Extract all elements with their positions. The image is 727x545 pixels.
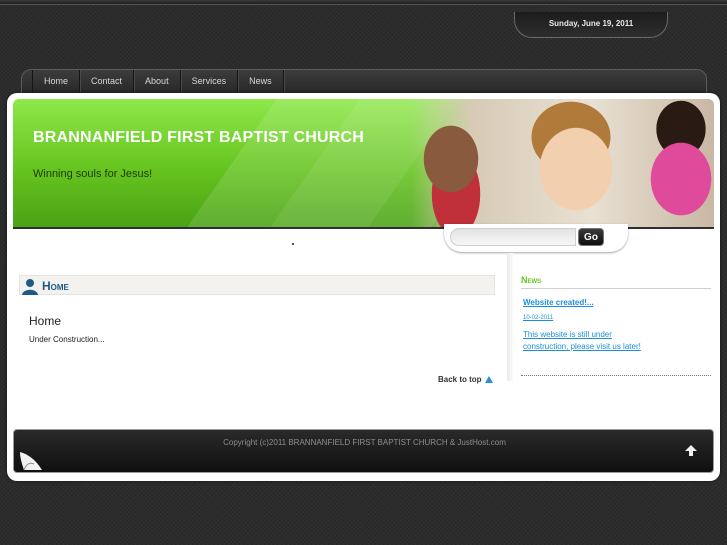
content-title: Home	[29, 314, 62, 328]
news-heading: News	[521, 275, 711, 289]
up-arrow-icon	[484, 376, 493, 383]
news-separator	[521, 375, 711, 376]
news-item-title[interactable]: Website created!...	[523, 298, 594, 307]
nav-list: Home Contact About Services News	[22, 70, 706, 92]
back-to-top-link[interactable]: Back to top	[438, 375, 493, 384]
site-title: BRANNANFIELD FIRST BAPTIST CHURCH	[33, 129, 365, 146]
news-item-date[interactable]: 10-02-2011	[523, 315, 553, 321]
search-box: Go	[444, 224, 628, 252]
back-to-top-label: Back to top	[438, 375, 482, 384]
scroll-top-icon[interactable]	[684, 444, 698, 458]
nav-item-services[interactable]: Services	[181, 70, 239, 92]
content-body: Under Construction...	[29, 335, 105, 344]
page-curl-icon	[20, 452, 42, 471]
main-heading: Home	[42, 279, 69, 293]
footer: Copyright (c)2011 BRANNANFIELD FIRST BAP…	[13, 429, 714, 473]
main-heading-bar: Home	[19, 275, 495, 295]
user-icon	[22, 279, 38, 295]
search-go-button[interactable]: Go	[578, 228, 604, 246]
top-strip	[0, 0, 727, 5]
page-container: BRANNANFIELD FIRST BAPTIST CHURCH Winnin…	[7, 93, 720, 481]
nav-item-news[interactable]: News	[238, 70, 284, 92]
children-photo	[411, 99, 714, 227]
nav-item-about[interactable]: About	[134, 70, 181, 92]
nav-item-contact[interactable]: Contact	[80, 70, 135, 92]
header-banner: BRANNANFIELD FIRST BAPTIST CHURCH Winnin…	[13, 99, 714, 229]
news-item-text[interactable]: This website is still under construction…	[523, 329, 643, 353]
decorative-dot	[292, 243, 294, 245]
sidebar-divider	[507, 253, 513, 381]
nav-item-home[interactable]: Home	[32, 70, 81, 92]
site-tagline: Winning souls for Jesus!	[33, 168, 153, 180]
footer-copyright: Copyright (c)2011 BRANNANFIELD FIRST BAP…	[223, 438, 506, 447]
date-display: Sunday, June 19, 2011	[514, 12, 668, 38]
search-input[interactable]	[450, 228, 576, 246]
